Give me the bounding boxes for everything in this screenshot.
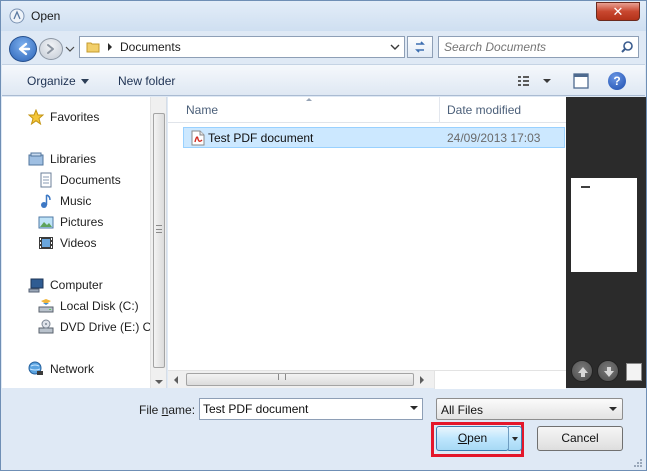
file-name: Test PDF document — [208, 131, 314, 145]
star-icon — [28, 109, 44, 125]
open-options-button[interactable] — [508, 426, 522, 451]
chevron-right-icon[interactable] — [107, 43, 113, 51]
nav-label: Libraries — [50, 152, 97, 166]
caret-down-icon — [80, 79, 89, 85]
file-name-field[interactable] — [203, 401, 399, 417]
nav-label: Pictures — [60, 215, 104, 229]
chevron-down-icon — [609, 407, 617, 411]
navigation-pane: Favorites Libraries Documents Music Pict… — [2, 97, 167, 388]
network-icon — [28, 361, 43, 375]
dvd-drive-icon — [38, 319, 54, 334]
nav-label: Music — [60, 194, 92, 208]
computer-icon — [28, 278, 44, 293]
address-bar[interactable]: Documents — [79, 36, 405, 58]
caret-down-icon — [512, 437, 518, 441]
search-input[interactable] — [444, 39, 614, 55]
chevron-down-icon[interactable] — [390, 42, 400, 52]
forward-button[interactable] — [39, 38, 63, 60]
nav-label: Computer — [50, 278, 103, 292]
file-list: Name Date modified Test PDF document 24/… — [168, 97, 566, 389]
grip-icon — [278, 374, 286, 380]
pictures-icon — [38, 216, 54, 229]
dialog-footer: File name: All Files Open Cancel — [2, 389, 645, 470]
folder-icon — [86, 42, 100, 53]
new-folder-button[interactable]: New folder — [118, 74, 175, 88]
file-type-value: All Files — [441, 403, 484, 417]
scroll-corner — [434, 371, 566, 389]
library-icon — [28, 152, 44, 166]
horizontal-scrollbar[interactable] — [168, 370, 566, 389]
column-header-row: Name Date modified — [168, 97, 566, 123]
scroll-down-icon[interactable] — [155, 380, 163, 384]
nav-label: Favorites — [50, 110, 100, 124]
chevron-down-icon[interactable] — [410, 406, 418, 410]
resize-grip-icon[interactable] — [633, 458, 643, 468]
previous-page-button[interactable] — [571, 360, 593, 382]
scroll-left-icon[interactable] — [174, 376, 178, 384]
back-arrow-icon — [18, 42, 31, 56]
organize-label: Organize — [27, 74, 76, 88]
column-header-date-modified[interactable]: Date modified — [447, 103, 521, 117]
title-bar: Open ✕ — [1, 1, 646, 31]
help-icon[interactable]: ? — [608, 72, 626, 90]
cancel-button[interactable]: Cancel — [537, 426, 623, 451]
pdf-icon — [191, 130, 205, 146]
preview-text-line — [581, 186, 590, 188]
nav-label: Network — [50, 362, 95, 376]
organize-button[interactable]: Organize — [27, 74, 89, 88]
music-icon — [41, 194, 51, 208]
column-separator[interactable] — [439, 97, 440, 123]
scroll-right-icon[interactable] — [420, 376, 424, 384]
file-name-combo[interactable] — [199, 398, 423, 420]
label-part: File — [139, 403, 162, 417]
document-preview — [571, 178, 637, 272]
window-title: Open — [31, 9, 61, 23]
app-icon — [9, 8, 25, 24]
file-name-label: File name: — [139, 403, 195, 417]
change-view-icon[interactable] — [516, 73, 552, 89]
sort-ascending-icon — [306, 98, 312, 101]
refresh-icon — [415, 41, 425, 53]
open-label: pen — [467, 431, 488, 445]
file-date-modified: 24/09/2013 17:03 — [447, 131, 541, 145]
column-header-name[interactable]: Name — [186, 103, 218, 117]
close-icon: ✕ — [612, 4, 624, 19]
hard-drive-icon — [38, 299, 54, 313]
scrollbar-thumb[interactable] — [153, 113, 165, 368]
file-type-select[interactable]: All Files — [436, 398, 623, 420]
search-box[interactable] — [438, 36, 639, 58]
nav-label: Documents — [60, 173, 121, 187]
file-row[interactable]: Test PDF document 24/09/2013 17:03 — [183, 127, 565, 148]
preview-pane-icon[interactable] — [573, 73, 589, 89]
open-button[interactable]: Open — [436, 426, 509, 451]
recent-locations-icon[interactable] — [65, 45, 75, 53]
videos-icon — [39, 237, 53, 249]
breadcrumb-documents[interactable]: Documents — [120, 40, 181, 54]
accelerator-key: O — [457, 431, 468, 445]
preview-pane — [566, 97, 646, 388]
nav-label: Local Disk (C:) — [60, 299, 139, 313]
back-button[interactable] — [9, 36, 37, 62]
arrow-down-icon — [604, 367, 614, 377]
scrollbar-thumb[interactable] — [186, 373, 414, 386]
arrow-up-icon — [578, 367, 588, 377]
close-button[interactable]: ✕ — [596, 2, 640, 21]
label-part: ame: — [168, 403, 196, 417]
open-dialog: Open ✕ Documents Search Documents Organi… — [0, 0, 647, 471]
grip-icon — [156, 225, 162, 233]
nav-label: DVD Drive (E:) OF — [60, 320, 160, 334]
command-bar: Organize New folder ? — [2, 64, 645, 96]
next-page-button[interactable] — [597, 360, 619, 382]
forward-arrow-icon — [47, 44, 54, 54]
document-icon — [40, 172, 52, 188]
search-icon[interactable] — [620, 40, 634, 54]
page-thumbnail-icon[interactable] — [626, 363, 642, 381]
navigation-scrollbar[interactable] — [150, 97, 166, 388]
nav-label: Videos — [60, 236, 97, 250]
refresh-button[interactable] — [407, 36, 433, 58]
